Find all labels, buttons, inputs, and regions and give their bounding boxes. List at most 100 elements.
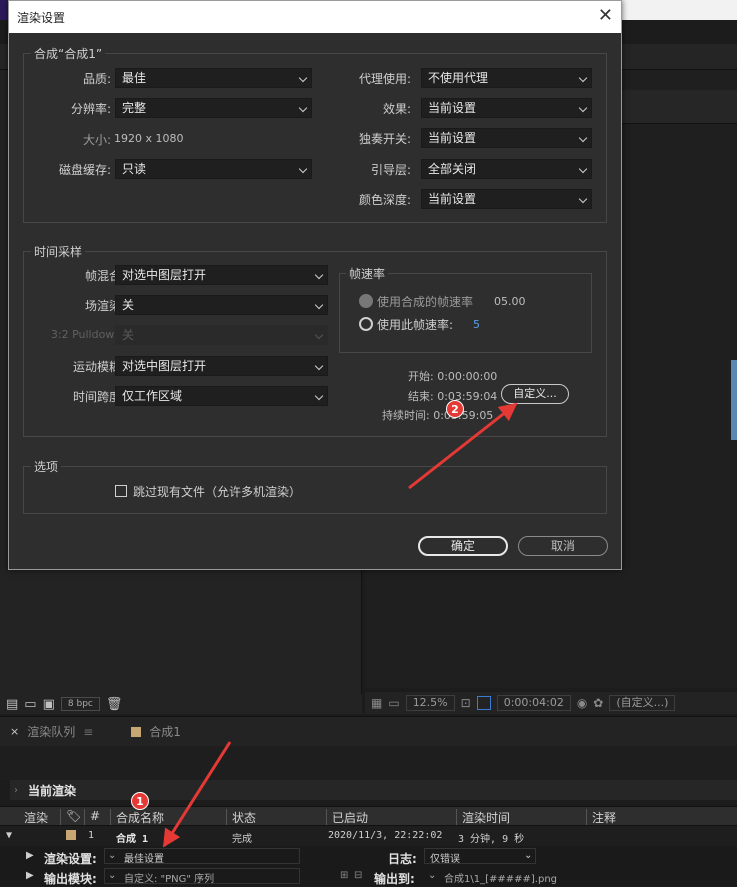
chevron-down-icon bbox=[578, 164, 588, 174]
use-this-rate-label[interactable]: 使用此帧速率: bbox=[377, 316, 453, 333]
col-status[interactable]: 状态 bbox=[232, 809, 256, 826]
quality-select[interactable]: 最佳 bbox=[115, 68, 312, 88]
resolution-select[interactable]: 完整 bbox=[115, 98, 312, 118]
add-output-icon[interactable]: ⊞ bbox=[340, 870, 348, 881]
expand-triangle-icon[interactable]: ▼ bbox=[6, 830, 12, 841]
disk-cache-value: 只读 bbox=[122, 162, 147, 176]
dialog-titlebar: 渲染设置 ✕ bbox=[9, 1, 621, 33]
use-comp-rate-radio[interactable] bbox=[359, 294, 373, 308]
close-tab-icon[interactable]: × bbox=[10, 725, 19, 738]
render-settings-dialog: 渲染设置 ✕ 合成“合成1” 品质: 最佳 分辨率: 完整 大小: 1920 x… bbox=[8, 0, 622, 570]
proxy-use-value: 不使用代理 bbox=[428, 71, 489, 85]
chevron-down-icon bbox=[314, 270, 324, 280]
row-render-time: 3 分钟, 9 秒 bbox=[458, 834, 525, 845]
output-to-value[interactable]: 合成1\1_[#####].png bbox=[444, 870, 557, 885]
tab-comp[interactable]: 合成1 bbox=[149, 723, 181, 740]
close-icon[interactable]: ✕ bbox=[598, 5, 613, 26]
output-module-arrow-icon[interactable]: ⌄ bbox=[108, 870, 116, 881]
chevron-down-icon[interactable]: ⌄ bbox=[524, 850, 532, 861]
snapshot-icon[interactable]: ▦ bbox=[371, 696, 382, 710]
col-divider bbox=[110, 809, 111, 825]
col-started[interactable]: 已启动 bbox=[332, 809, 368, 826]
row-num: 1 bbox=[88, 830, 95, 841]
time-span-value: 仅工作区域 bbox=[122, 389, 183, 403]
row-started: 2020/11/3, 22:22:02 bbox=[328, 830, 443, 841]
render-settings-value[interactable]: 最佳设置 bbox=[124, 850, 164, 865]
pulldown-label: 3:2 Pulldown: bbox=[50, 328, 125, 341]
options-group bbox=[23, 466, 607, 514]
output-module-label: 输出模块: bbox=[44, 872, 97, 886]
time-span-select[interactable]: 仅工作区域 bbox=[115, 386, 328, 406]
chevron-down-icon bbox=[298, 103, 308, 113]
skip-existing-checkbox[interactable] bbox=[115, 485, 127, 497]
ok-button[interactable]: 确定 bbox=[418, 536, 508, 556]
color-depth-select[interactable]: 当前设置 bbox=[421, 189, 592, 209]
chevron-down-icon bbox=[314, 300, 324, 310]
log-value[interactable]: 仅错误 bbox=[430, 850, 460, 865]
render-settings-arrow-icon[interactable]: ⌄ bbox=[108, 850, 116, 861]
effects-select[interactable]: 当前设置 bbox=[421, 98, 592, 118]
chevron-down-icon bbox=[298, 164, 308, 174]
new-comp-icon[interactable]: ▣ bbox=[43, 697, 55, 712]
cancel-button[interactable]: 取消 bbox=[518, 536, 608, 556]
expand-triangle-icon[interactable]: ▶ bbox=[26, 850, 34, 861]
safe-margins-icon[interactable] bbox=[476, 696, 491, 710]
current-render-bar[interactable]: › 当前渲染 bbox=[10, 780, 737, 800]
proxy-use-select[interactable]: 不使用代理 bbox=[421, 68, 592, 88]
resolution-select[interactable]: (自定义...) bbox=[609, 695, 676, 711]
custom-button[interactable]: 自定义... bbox=[501, 384, 569, 404]
bit-depth-button[interactable]: 8 bpc bbox=[60, 697, 100, 711]
fit-icon[interactable]: ⊡ bbox=[461, 696, 471, 710]
solo-switches-select[interactable]: 当前设置 bbox=[421, 128, 592, 148]
label-tag-icon[interactable]: 🏷 bbox=[66, 809, 81, 823]
time-sampling-group-title: 时间采样 bbox=[31, 243, 86, 260]
duration-time: 持续时间: 0:03:59:05 bbox=[382, 409, 494, 422]
col-num[interactable]: # bbox=[90, 809, 100, 823]
frame-blending-select[interactable]: 对选中图层打开 bbox=[115, 265, 328, 285]
render-queue-tabs: × 渲染队列 ≡ 合成1 bbox=[0, 716, 737, 746]
expand-triangle-icon[interactable]: ▶ bbox=[26, 870, 34, 881]
row-status: 完成 bbox=[232, 834, 252, 845]
row-comp-name[interactable]: 合成 1 bbox=[116, 830, 148, 845]
output-module-value[interactable]: 自定义: "PNG" 序列 bbox=[124, 870, 214, 885]
guide-layers-select[interactable]: 全部关闭 bbox=[421, 159, 592, 179]
new-folder-icon[interactable]: ▭ bbox=[24, 697, 36, 712]
skip-existing-label[interactable]: 跳过现有文件（允许多机渲染） bbox=[133, 483, 301, 500]
channel-icon[interactable]: ✿ bbox=[593, 696, 603, 710]
use-this-rate-value[interactable]: 5 bbox=[473, 318, 480, 331]
col-divider bbox=[60, 809, 61, 825]
frame-blending-value: 对选中图层打开 bbox=[122, 268, 207, 282]
disk-cache-select[interactable]: 只读 bbox=[115, 159, 312, 179]
panel-menu-icon[interactable]: ≡ bbox=[83, 725, 93, 739]
interpret-footage-icon[interactable]: ▤ bbox=[6, 697, 18, 712]
use-this-rate-radio[interactable] bbox=[359, 317, 373, 331]
timecode-display[interactable]: 0:00:04:02 bbox=[496, 695, 571, 711]
col-render-time[interactable]: 渲染时间 bbox=[462, 809, 510, 826]
motion-blur-select[interactable]: 对选中图层打开 bbox=[115, 356, 328, 376]
chevron-right-icon[interactable]: › bbox=[14, 785, 18, 796]
trash-icon[interactable]: 🗑 bbox=[106, 697, 123, 712]
chevron-down-icon bbox=[298, 73, 308, 83]
output-to-arrow-icon[interactable]: ⌄ bbox=[428, 870, 436, 881]
col-comp-name[interactable]: 合成名称 bbox=[116, 809, 164, 826]
remove-output-icon[interactable]: ⊟ bbox=[354, 870, 362, 881]
col-divider bbox=[326, 809, 327, 825]
log-label: 日志: bbox=[388, 852, 417, 866]
disk-cache-label: 磁盘缓存: bbox=[58, 163, 111, 177]
frame-rate-group bbox=[339, 273, 592, 353]
zoom-select[interactable]: 12.5% bbox=[405, 695, 455, 711]
field-render-select[interactable]: 关 bbox=[115, 295, 328, 315]
label-color-swatch[interactable] bbox=[66, 830, 76, 840]
project-footer: ▤ ▭ ▣ 8 bpc 🗑 bbox=[0, 694, 362, 714]
monitor-icon[interactable]: ▭ bbox=[388, 696, 399, 710]
col-comment[interactable]: 注释 bbox=[592, 809, 616, 826]
col-render[interactable]: 渲染 bbox=[24, 809, 48, 826]
quality-label: 品质: bbox=[82, 72, 111, 86]
dialog-title: 渲染设置 bbox=[17, 11, 66, 25]
render-settings-label: 渲染设置: bbox=[44, 852, 97, 866]
camera-icon[interactable]: ◉ bbox=[577, 696, 587, 710]
table-row[interactable]: ▼ 1 合成 1 完成 2020/11/3, 22:22:02 3 分钟, 9 … bbox=[0, 826, 737, 846]
tab-render-queue[interactable]: 渲染队列 bbox=[27, 723, 75, 740]
use-comp-rate-label[interactable]: 使用合成的帧速率 bbox=[377, 293, 473, 310]
render-settings-row: ▶ 渲染设置: ⌄ 最佳设置 日志: 仅错误 ⌄ bbox=[0, 846, 737, 866]
